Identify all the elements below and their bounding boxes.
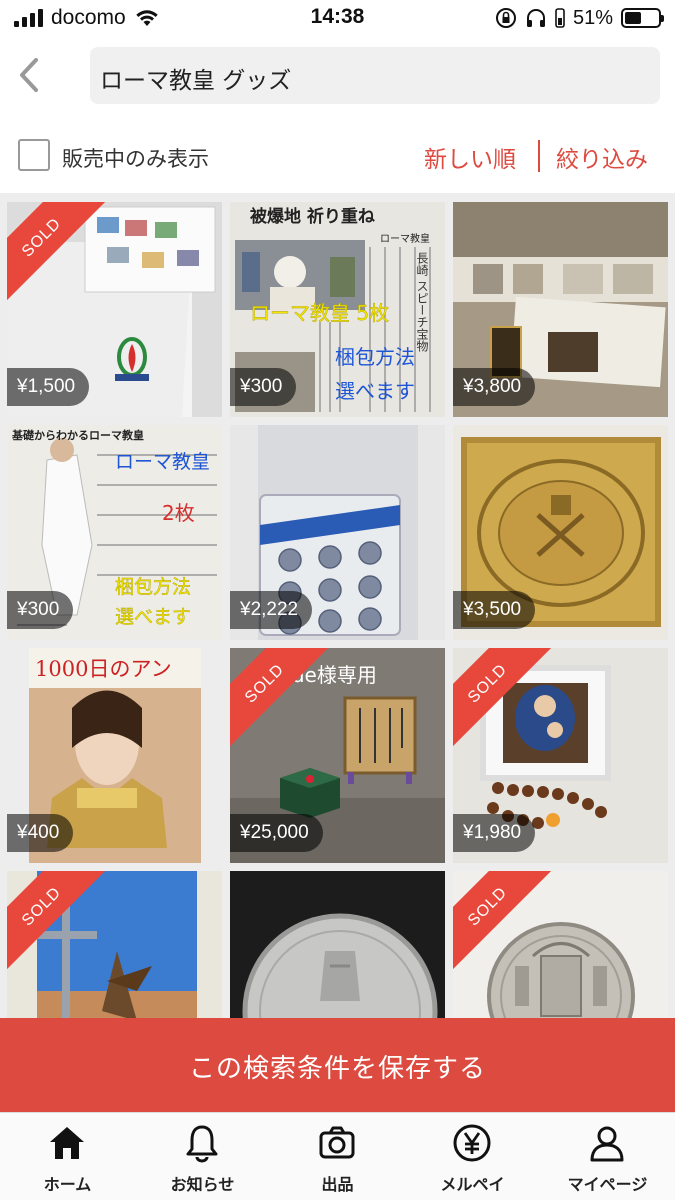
battery-percent: 51%: [572, 6, 613, 29]
image-text: 梱包方法: [335, 345, 415, 369]
price-tag: ¥2,222: [230, 591, 313, 629]
battery-icon: [621, 8, 664, 28]
image-text: 被爆地 祈り重ね: [250, 206, 375, 227]
filter-bar: 販売中のみ表示 新しい順 絞り込み: [0, 122, 675, 190]
camera-icon: [319, 1126, 355, 1159]
product-card[interactable]: 1000日のアン ¥400: [7, 648, 222, 863]
product-card[interactable]: SOLD ¥1,500: [7, 202, 222, 417]
tab-label: メルペイ: [440, 1175, 505, 1194]
battery-level: [625, 12, 642, 24]
price-tag: ¥3,800: [453, 368, 536, 406]
product-card[interactable]: ¥2,222: [230, 425, 445, 640]
orientation-lock-icon: [495, 8, 516, 28]
price-tag: ¥1,980: [453, 814, 536, 852]
product-card[interactable]: SOLD ¥1,980: [453, 648, 668, 863]
sort-button[interactable]: 新しい順: [424, 140, 516, 174]
product-card[interactable]: SOLD: [7, 871, 222, 1023]
product-thumbnail: [230, 871, 445, 1023]
price-tag: ¥25,000: [230, 814, 323, 852]
image-text: ローマ教皇: [380, 232, 430, 245]
image-text: ローマ教皇 5枚: [250, 301, 389, 325]
price-tag: ¥300: [230, 368, 297, 406]
image-text: 選べます: [335, 379, 415, 403]
tab-sell[interactable]: 出品: [270, 1113, 405, 1200]
product-card[interactable]: 基礎からわかるローマ教皇 ローマ教皇 2枚 梱包方法 選べます ¥300: [7, 425, 222, 640]
product-card[interactable]: yde様専用 SOLD ¥25,000: [230, 648, 445, 863]
search-input[interactable]: ローマ教皇 グッズ: [90, 47, 660, 104]
image-text: ローマ教皇: [115, 451, 210, 473]
tab-merpay[interactable]: メルペイ: [405, 1113, 540, 1200]
image-text: 長崎 スピーチ宝物: [415, 252, 429, 352]
home-icon: [50, 1127, 84, 1159]
tab-mypage[interactable]: マイページ: [540, 1113, 675, 1200]
price-tag: ¥300: [7, 591, 74, 629]
image-text: 基礎からわかるローマ教皇: [11, 428, 144, 442]
tab-label: お知らせ: [170, 1175, 235, 1194]
image-text: 1000日のアン: [35, 657, 172, 681]
tab-home[interactable]: ホーム: [0, 1113, 135, 1200]
search-query: ローマ教皇 グッズ: [100, 68, 292, 94]
product-card[interactable]: ¥3,800: [453, 202, 668, 417]
filter-button[interactable]: 絞り込み: [556, 140, 648, 174]
save-search-button[interactable]: この検索条件を保存する: [0, 1018, 675, 1112]
tab-bar: ホーム お知らせ 出品 メルペイ マイページ: [0, 1112, 675, 1200]
product-grid: SOLD ¥1,500 被爆地 祈り重ね ローマ教皇 長崎 スピーチ宝物 ローマ…: [0, 193, 675, 1023]
status-bar: docomo 14:38 51%: [0, 0, 675, 36]
product-card[interactable]: ¥3,500: [453, 425, 668, 640]
image-text: 選べます: [115, 606, 191, 628]
divider: [538, 140, 540, 172]
price-tag: ¥3,500: [453, 591, 536, 629]
product-card[interactable]: 被爆地 祈り重ね ローマ教皇 長崎 スピーチ宝物 ローマ教皇 5枚 梱包方法 選…: [230, 202, 445, 417]
back-button[interactable]: [10, 50, 50, 100]
yen-icon: [453, 1124, 491, 1162]
on-sale-only-checkbox[interactable]: [18, 139, 50, 171]
image-text: 2枚: [162, 501, 195, 525]
product-card[interactable]: [230, 871, 445, 1023]
tab-label: 出品: [321, 1175, 354, 1194]
person-icon: [590, 1126, 624, 1162]
battery-charging-small-icon: [555, 8, 565, 28]
product-card[interactable]: SOLD: [453, 871, 668, 1023]
search-header: ローマ教皇 グッズ: [0, 36, 675, 116]
tab-notifications[interactable]: お知らせ: [135, 1113, 270, 1200]
headphones-icon: [526, 9, 545, 27]
bell-icon: [186, 1125, 218, 1163]
on-sale-only-label[interactable]: 販売中のみ表示: [62, 143, 209, 173]
price-tag: ¥1,500: [7, 368, 90, 406]
save-search-label: この検索条件を保存する: [188, 1054, 486, 1084]
tab-label: マイページ: [567, 1175, 648, 1194]
price-tag: ¥400: [7, 814, 74, 852]
tab-label: ホーム: [43, 1175, 92, 1194]
image-text: 梱包方法: [115, 576, 191, 598]
